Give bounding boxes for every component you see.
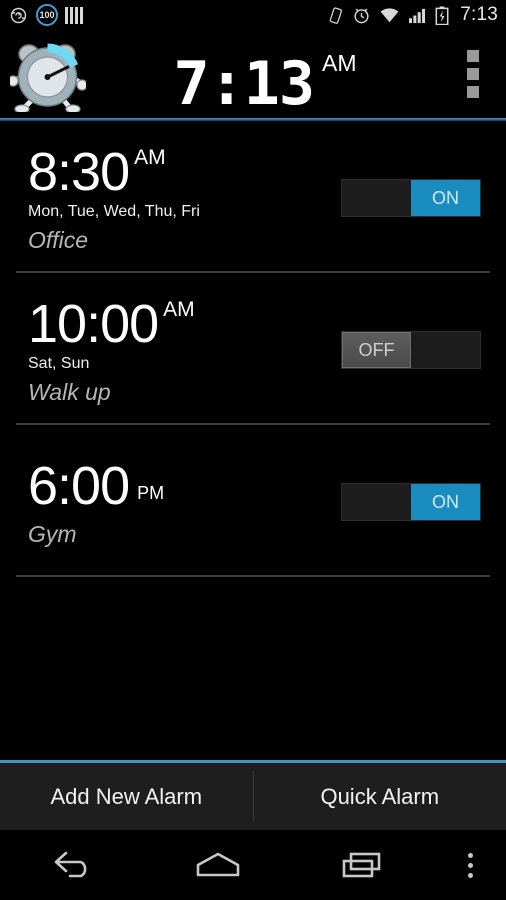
alarm-details[interactable]: 6:00 PM Gym bbox=[12, 457, 341, 548]
toggle-thumb: ON bbox=[411, 484, 480, 520]
wifi-icon bbox=[380, 7, 399, 22]
battery-percent-icon: 100 bbox=[36, 4, 58, 26]
alarm-toggle[interactable]: OFF bbox=[341, 331, 481, 369]
rotation-lock-icon bbox=[10, 7, 27, 23]
alarm-set-icon bbox=[354, 8, 369, 23]
alarm-time: 10:00 bbox=[28, 293, 159, 354]
status-bar-right-icons: 7:13 bbox=[327, 4, 498, 26]
alarm-ampm: PM bbox=[137, 482, 165, 503]
recents-icon[interactable] bbox=[291, 850, 436, 880]
overflow-dot bbox=[467, 50, 479, 62]
alarm-label: Office bbox=[28, 226, 89, 253]
home-icon[interactable] bbox=[145, 850, 290, 880]
overflow-dot bbox=[467, 86, 479, 98]
battery-charging-icon bbox=[435, 5, 449, 25]
toggle-thumb: OFF bbox=[342, 332, 411, 368]
alarm-toggle[interactable]: ON bbox=[341, 179, 481, 217]
menu-dot bbox=[468, 852, 474, 858]
status-bar-clock: 7:13 bbox=[460, 4, 498, 25]
overflow-menu-icon[interactable] bbox=[450, 44, 496, 104]
overflow-dot bbox=[467, 68, 479, 80]
navigation-bar bbox=[0, 830, 506, 900]
alarm-label: Gym bbox=[28, 520, 77, 547]
menu-dot bbox=[468, 872, 474, 878]
list-divider bbox=[16, 575, 490, 577]
status-bar: 100 7:13 bbox=[0, 0, 506, 30]
alarm-toggle[interactable]: ON bbox=[341, 483, 481, 521]
header-clock: 7:13 AM bbox=[80, 44, 450, 115]
back-icon[interactable] bbox=[0, 850, 145, 880]
alarm-time-line: 8:30 AM bbox=[28, 143, 341, 201]
alarm-list: 8:30 AM Mon, Tue, Wed, Thu, Fri Office O… bbox=[0, 121, 506, 577]
alarm-details[interactable]: 10:00 AM Sat, Sun Walk up bbox=[12, 295, 341, 406]
alarm-details[interactable]: 8:30 AM Mon, Tue, Wed, Thu, Fri Office bbox=[12, 143, 341, 254]
bottom-action-bar: Add New Alarm Quick Alarm bbox=[0, 760, 506, 830]
signal-bars-icon bbox=[65, 6, 83, 24]
vibrate-icon bbox=[329, 6, 343, 24]
alarm-row[interactable]: 6:00 PM Gym ON bbox=[0, 425, 506, 575]
cellular-signal-icon bbox=[409, 8, 426, 23]
alarm-ampm: AM bbox=[134, 145, 166, 169]
alarm-time: 8:30 bbox=[28, 141, 130, 202]
alarm-repeat-days: Mon, Tue, Wed, Thu, Fri bbox=[28, 202, 200, 220]
alarm-ampm: AM bbox=[163, 297, 195, 321]
add-new-alarm-button[interactable]: Add New Alarm bbox=[0, 763, 253, 830]
menu-dot bbox=[468, 862, 474, 868]
alarm-repeat-days: Sat, Sun bbox=[28, 354, 90, 372]
header-time-value: 7:13 bbox=[173, 49, 315, 119]
alarm-time: 6:00 bbox=[28, 455, 130, 516]
alarm-label: Walk up bbox=[28, 378, 111, 405]
alarm-time-line: 6:00 PM bbox=[28, 457, 341, 515]
menu-icon[interactable] bbox=[436, 852, 506, 878]
app-header: 7:13 AM bbox=[0, 30, 506, 118]
header-time-ampm: AM bbox=[322, 50, 357, 76]
toggle-thumb: ON bbox=[411, 180, 480, 216]
phone-screen: 100 7:13 7:13 AM 8:30 AM Mon, Tue, Wed, … bbox=[0, 0, 506, 900]
alarm-row[interactable]: 8:30 AM Mon, Tue, Wed, Thu, Fri Office O… bbox=[0, 121, 506, 271]
status-bar-left-icons: 100 bbox=[8, 4, 83, 26]
alarm-time-line: 10:00 AM bbox=[28, 295, 341, 353]
running-alarm-clock-icon bbox=[7, 36, 88, 114]
quick-alarm-button[interactable]: Quick Alarm bbox=[254, 763, 506, 830]
battery-percent-value: 100 bbox=[39, 10, 55, 20]
alarm-row[interactable]: 10:00 AM Sat, Sun Walk up OFF bbox=[0, 273, 506, 423]
